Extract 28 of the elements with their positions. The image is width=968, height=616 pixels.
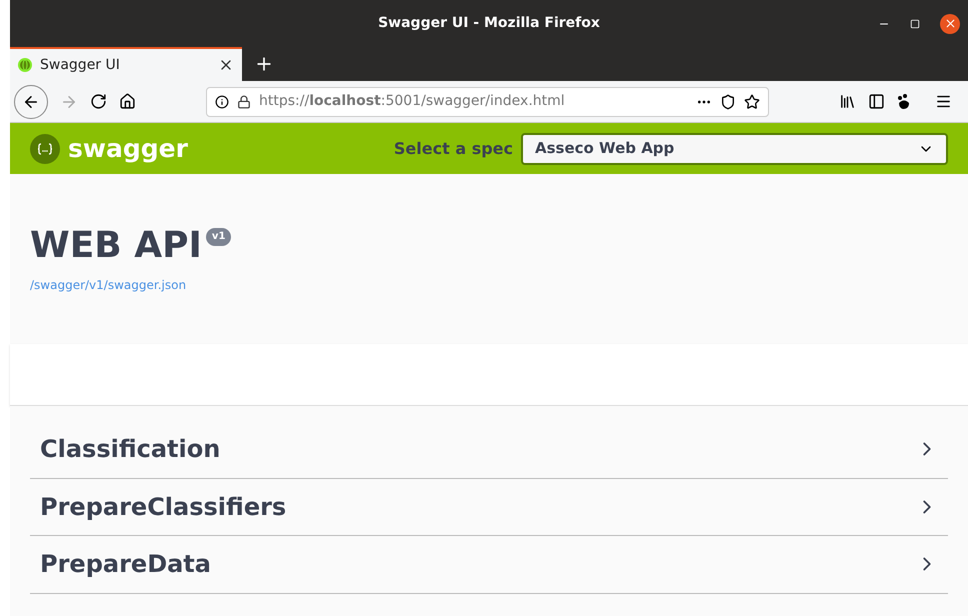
close-button[interactable] <box>940 14 960 34</box>
maximize-icon[interactable] <box>910 18 920 28</box>
spec-label: Select a spec <box>394 138 513 160</box>
sidebar-icon[interactable] <box>868 93 885 110</box>
swagger-logo: swagger <box>68 132 188 165</box>
back-button[interactable] <box>14 84 48 118</box>
tab-title: Swagger UI <box>40 56 121 74</box>
menu-icon[interactable] <box>935 93 952 110</box>
close-icon <box>944 17 956 30</box>
lock-icon <box>237 94 251 108</box>
bookmark-icon[interactable] <box>744 94 760 110</box>
section-header[interactable]: PrepareClassifiers <box>30 478 948 536</box>
window-title: Swagger UI - Mozilla Firefox <box>378 14 600 33</box>
url-text: https://localhost:5001/swagger/index.html <box>259 92 566 111</box>
api-title: WEB API <box>30 228 202 264</box>
globe-icon <box>18 58 32 72</box>
address-bar[interactable]: https://localhost:5001/swagger/index.html <box>206 86 769 116</box>
info-icon <box>215 94 229 108</box>
library-icon[interactable] <box>839 93 856 110</box>
reload-icon[interactable] <box>90 93 107 110</box>
version-badge: v1 <box>206 228 232 246</box>
browser-tab[interactable]: Swagger UI <box>10 47 242 81</box>
section-header[interactable]: Classification <box>30 421 948 478</box>
section-header[interactable]: PrepareData <box>30 536 948 594</box>
swagger-logo-icon <box>30 134 60 164</box>
spec-dropdown[interactable]: Asseco Web App <box>521 132 948 164</box>
paw-icon[interactable] <box>897 94 911 110</box>
home-icon[interactable] <box>119 93 136 110</box>
